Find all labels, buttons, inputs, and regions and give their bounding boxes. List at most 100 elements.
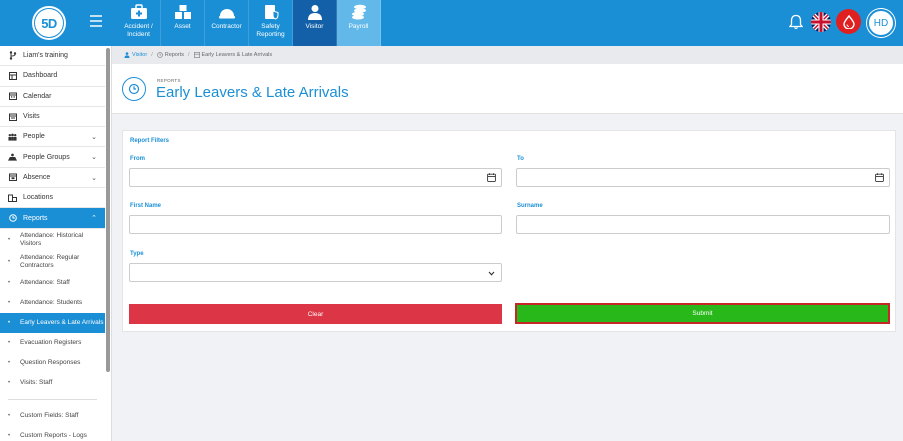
sidebar-subitem-attendance-staff[interactable]: Attendance: Staff: [0, 273, 105, 293]
chevron-down-icon: ⌄: [91, 154, 97, 162]
clipboard-shield-icon: [264, 5, 278, 20]
module-label: Asset: [174, 23, 191, 30]
surname-input[interactable]: [516, 215, 890, 234]
from-date-input[interactable]: [129, 168, 502, 187]
sidebar-subitem-attendance-students[interactable]: Attendance: Students: [0, 293, 105, 313]
sidebar-subitem-attendance-regular-contractors[interactable]: Attendance: Regular Contractors: [0, 251, 105, 273]
absence-icon: [8, 173, 17, 182]
sidebar-divider: [8, 398, 97, 400]
chevron-down-icon: ⌄: [91, 174, 97, 182]
module-nav: Accident / Incident Asset Contractor Saf…: [117, 0, 381, 46]
coins-icon: [351, 4, 366, 20]
menu-toggle-icon[interactable]: [90, 15, 102, 29]
sidebar-subitem-attendance-historical-visitors[interactable]: Attendance: Historical Visitors: [0, 229, 105, 251]
sidebar-item-dashboard[interactable]: Dashboard: [0, 66, 105, 87]
calendar-icon: [8, 92, 17, 101]
chevron-down-icon: [488, 271, 495, 276]
chevron-down-icon: ⌄: [91, 134, 97, 142]
submit-button[interactable]: Submit: [515, 303, 890, 324]
bell-icon[interactable]: [789, 14, 803, 30]
breadcrumb: Visitor / Reports / Early Leavers & Late…: [112, 46, 903, 64]
sidebar-item-label: Visits: [23, 113, 40, 121]
uk-flag-icon[interactable]: [811, 12, 831, 32]
people-icon: [8, 132, 17, 141]
chevron-up-icon: ⌃: [91, 215, 97, 223]
report-filters-title: Report Filters: [130, 138, 170, 144]
user-avatar[interactable]: HD: [867, 9, 895, 37]
sidebar-item-people[interactable]: People ⌄: [0, 127, 105, 148]
sidebar-item-label: Dashboard: [23, 72, 58, 80]
sidebar-scrollbar[interactable]: [106, 48, 110, 372]
first-name-label: First Name: [130, 203, 162, 209]
breadcrumb-separator: /: [151, 52, 153, 58]
to-label: To: [517, 156, 524, 162]
breadcrumb-visitor[interactable]: Visitor: [132, 52, 147, 58]
sidebar-item-label: Absence: [23, 173, 51, 181]
page-title: Early Leavers & Late Arrivals: [156, 84, 349, 101]
sidebar-item-people-groups[interactable]: People Groups ⌄: [0, 147, 105, 168]
sidebar-item-label: Locations: [23, 194, 53, 202]
first-aid-kit-icon: [130, 4, 147, 19]
sidebar-item-locations[interactable]: Locations: [0, 188, 105, 209]
dashboard-icon: [8, 71, 17, 80]
hard-hat-icon: [218, 9, 235, 19]
sidebar-item-liams-training[interactable]: Liam's training: [0, 46, 105, 67]
type-label: Type: [130, 251, 144, 257]
branch-icon: [8, 51, 17, 60]
sidebar-subitem-evacuation-registers[interactable]: Evacuation Registers: [0, 333, 105, 353]
emergency-drop-button[interactable]: [836, 9, 861, 34]
page-header: REPORTS Early Leavers & Late Arrivals: [112, 64, 903, 114]
boxes-icon: [174, 5, 191, 19]
sidebar-item-reports[interactable]: Reports ⌃: [0, 208, 105, 229]
from-label: From: [130, 156, 145, 162]
page-kicker: REPORTS: [157, 78, 181, 83]
module-label: Payroll: [348, 23, 369, 30]
calendar-icon[interactable]: [875, 173, 884, 182]
sidebar-item-label: Reports: [23, 214, 48, 222]
module-asset[interactable]: Asset: [161, 0, 205, 46]
module-visitor[interactable]: Visitor: [293, 0, 337, 46]
sidebar-subitem-question-responses[interactable]: Question Responses: [0, 353, 105, 373]
visits-icon: [8, 112, 17, 121]
sidebar-subitem-early-leavers-late-arrivals[interactable]: Early Leavers & Late Arrivals: [0, 312, 105, 333]
blood-drop-icon: [842, 14, 855, 29]
logo-text: 5D: [35, 9, 63, 37]
breadcrumb-reports[interactable]: Reports: [165, 52, 184, 58]
module-contractor[interactable]: Contractor: [205, 0, 249, 46]
first-name-input[interactable]: [129, 215, 502, 234]
type-select[interactable]: [129, 263, 502, 282]
sidebar-item-label: Liam's training: [23, 52, 68, 60]
sidebar-item-visits[interactable]: Visits: [0, 107, 105, 128]
to-date-input[interactable]: [516, 168, 890, 187]
report-filters-card: Report Filters From To First Name Surnam…: [122, 130, 896, 332]
surname-label: Surname: [517, 203, 543, 209]
sidebar-item-label: Calendar: [23, 92, 52, 100]
list-icon: [193, 52, 200, 58]
clear-button[interactable]: Clear: [129, 304, 502, 324]
sidebar: Liam's training Dashboard Calendar Visit…: [0, 46, 112, 441]
app-logo[interactable]: 5D: [32, 6, 66, 40]
module-payroll[interactable]: Payroll: [337, 0, 381, 46]
top-bar: 5D Accident / Incident Asset Contractor …: [0, 0, 903, 46]
clock-icon: [8, 214, 17, 223]
reports-clock-icon: [122, 77, 146, 101]
calendar-icon[interactable]: [487, 173, 496, 182]
breadcrumb-separator: /: [187, 52, 190, 58]
clock-icon: [156, 52, 163, 58]
module-accident-incident[interactable]: Accident / Incident: [117, 0, 161, 46]
groups-icon: [8, 153, 17, 162]
sidebar-item-label: People: [23, 133, 45, 141]
module-label: Contractor: [211, 23, 242, 30]
sidebar-subitem-custom-fields-staff[interactable]: Custom Fields: Staff: [0, 406, 105, 426]
sidebar-subitem-visits-staff[interactable]: Visits: Staff: [0, 373, 105, 393]
sidebar-item-label: People Groups: [23, 153, 70, 161]
module-label: Accident / Incident: [124, 23, 153, 38]
breadcrumb-current: Early Leavers & Late Arrivals: [201, 52, 273, 58]
person-icon: [307, 5, 322, 20]
sidebar-item-calendar[interactable]: Calendar: [0, 87, 105, 107]
sidebar-item-absence[interactable]: Absence ⌄: [0, 168, 105, 189]
sidebar-subitem-custom-reports-logs[interactable]: Custom Reports - Logs: [0, 426, 105, 441]
building-icon: [8, 193, 17, 202]
module-label: Visitor: [305, 23, 324, 30]
module-safety-reporting[interactable]: Safety Reporting: [249, 0, 293, 46]
